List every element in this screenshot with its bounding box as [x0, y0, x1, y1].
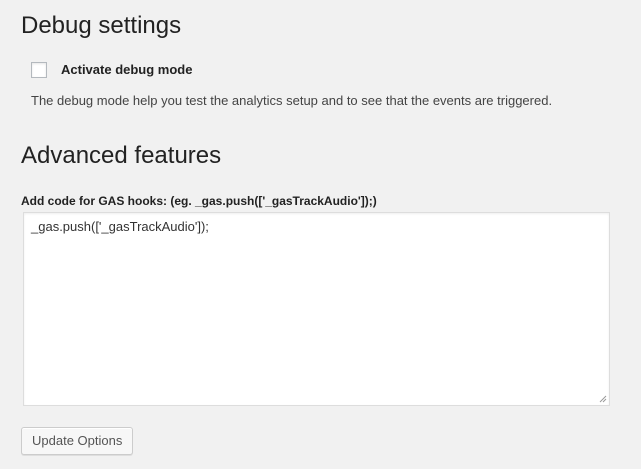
- resize-handle-icon[interactable]: [599, 395, 607, 403]
- gas-hooks-label: Add code for GAS hooks: (eg. _gas.push([…: [21, 194, 377, 208]
- debug-settings-heading: Debug settings: [21, 12, 182, 39]
- gas-hooks-textarea[interactable]: _gas.push(['_gasTrackAudio']);: [23, 212, 610, 406]
- debug-mode-row: Activate debug mode: [31, 61, 192, 79]
- update-options-button[interactable]: Update Options: [21, 427, 134, 455]
- debug-mode-label[interactable]: Activate debug mode: [61, 61, 192, 79]
- debug-mode-description: The debug mode help you test the analyti…: [31, 93, 553, 108]
- gas-hooks-textarea-value: _gas.push(['_gasTrackAudio']);: [31, 219, 209, 234]
- advanced-features-heading: Advanced features: [21, 142, 222, 169]
- settings-page: Debug settings Activate debug mode The d…: [0, 0, 641, 469]
- debug-mode-checkbox[interactable]: [31, 62, 47, 78]
